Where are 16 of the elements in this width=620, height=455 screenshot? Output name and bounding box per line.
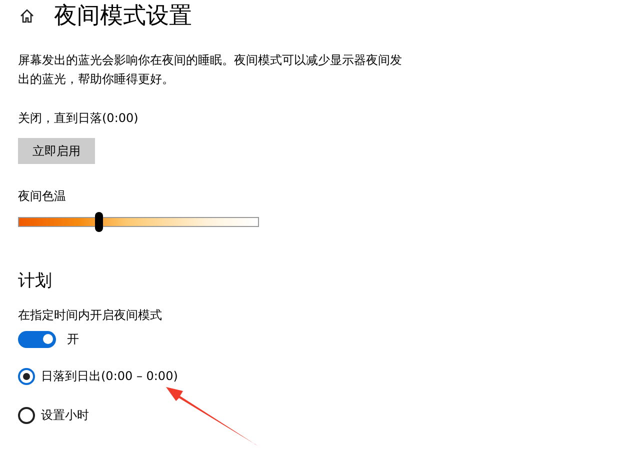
- enable-now-button[interactable]: 立即启用: [18, 138, 95, 164]
- schedule-toggle-label: 在指定时间内开启夜间模式: [18, 307, 162, 324]
- status-text: 关闭，直到日落(0:00): [18, 110, 138, 127]
- schedule-heading: 计划: [18, 270, 52, 293]
- toggle-state-text: 开: [67, 331, 79, 348]
- radio-button[interactable]: [18, 406, 35, 424]
- page-title: 夜间模式设置: [54, 2, 192, 31]
- toggle-switch[interactable]: [18, 330, 56, 348]
- slider-thumb[interactable]: [95, 212, 104, 232]
- radio-label: 设置小时: [41, 407, 89, 424]
- home-icon[interactable]: [19, 8, 35, 24]
- color-temperature-label: 夜间色温: [18, 188, 66, 205]
- radio-button[interactable]: [18, 368, 35, 384]
- description-text: 屏幕发出的蓝光会影响你在夜间的睡眠。夜间模式可以减少显示器夜间发出的蓝光，帮助你睡得更好。: [18, 52, 403, 88]
- color-temperature-slider[interactable]: [18, 212, 259, 232]
- radio-label: 日落到日出(0:00 – 0:00): [41, 368, 178, 385]
